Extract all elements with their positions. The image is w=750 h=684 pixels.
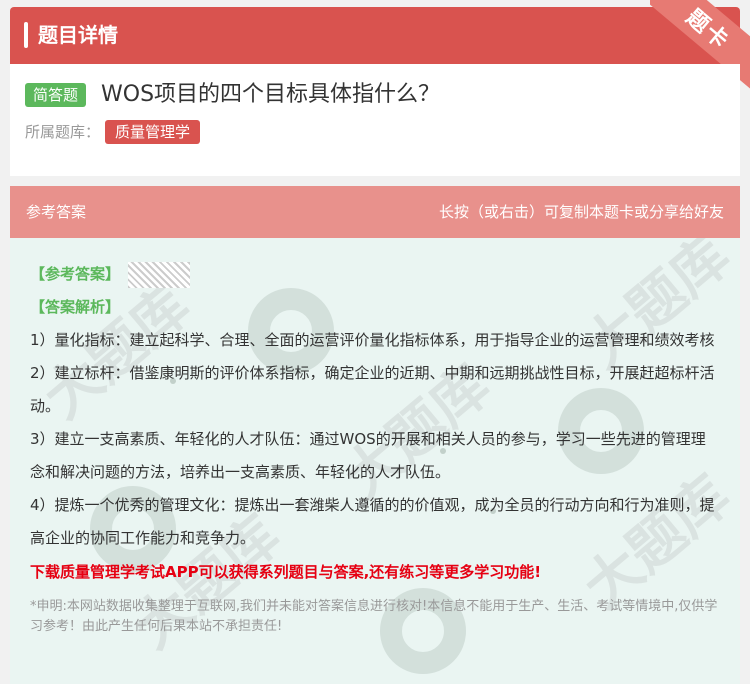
share-hint: 长按（或右击）可复制本题卡或分享给好友 <box>438 203 724 221</box>
bank-tag[interactable]: 质量管理学 <box>105 120 201 144</box>
answer-bar: 参考答案 长按（或右击）可复制本题卡或分享给好友 <box>10 186 740 238</box>
question-type-tag: 简答题 <box>25 83 87 107</box>
analysis-paragraph: 2）建立标杆：借鉴康明斯的评价体系指标，确定企业的近期、中期和远期挑战性目标，开… <box>30 364 715 415</box>
analysis-label: 【答案解析】 <box>30 298 121 316</box>
page-title: 题目详情 <box>38 23 118 47</box>
answer-body: 大题库 大题库 大题库 大题库 大题库 【参考答案】 【答案解析】 1）量化指标… <box>10 238 740 684</box>
reference-answer-row: 【参考答案】 <box>30 258 720 291</box>
answer-image <box>128 261 191 288</box>
analysis-paragraph: 3）建立一支高素质、年轻化的人才队伍：通过WOS的开展和相关人员的参与，学习一些… <box>30 430 706 481</box>
reference-answer-label: 【参考答案】 <box>30 265 121 283</box>
corner-ribbon-label: 题卡 <box>680 4 734 55</box>
question-title: WOS项目的四个目标具体指什么？ <box>101 82 441 107</box>
analysis-paragraph: 1）量化指标：建立起科学、合理、全面的运营评价量化指标体系，用于指导企业的运营管… <box>30 331 715 349</box>
disclaimer: *申明:本网站数据收集整理于互联网,我们并未能对答案信息进行核对!本信息不能用于… <box>30 599 718 634</box>
answer-content: 【参考答案】 【答案解析】 1）量化指标：建立起科学、合理、全面的运营评价量化指… <box>30 258 720 637</box>
header-bar: 题目详情 <box>10 7 740 64</box>
question-card: 简答题 WOS项目的四个目标具体指什么？ 所属题库： 质量管理学 <box>10 64 740 176</box>
analysis-paragraph: 4）提炼一个优秀的管理文化：提炼出一套潍柴人遵循的的价值观，成为全员的行动方向和… <box>30 496 715 547</box>
download-app-link[interactable]: 下载质量管理学考试APP可以获得系列题目与答案,还有练习等更多学习功能! <box>30 557 720 587</box>
answer-bar-title: 参考答案 <box>26 203 87 221</box>
bank-label: 所属题库： <box>25 123 101 141</box>
header-accent <box>24 22 28 48</box>
